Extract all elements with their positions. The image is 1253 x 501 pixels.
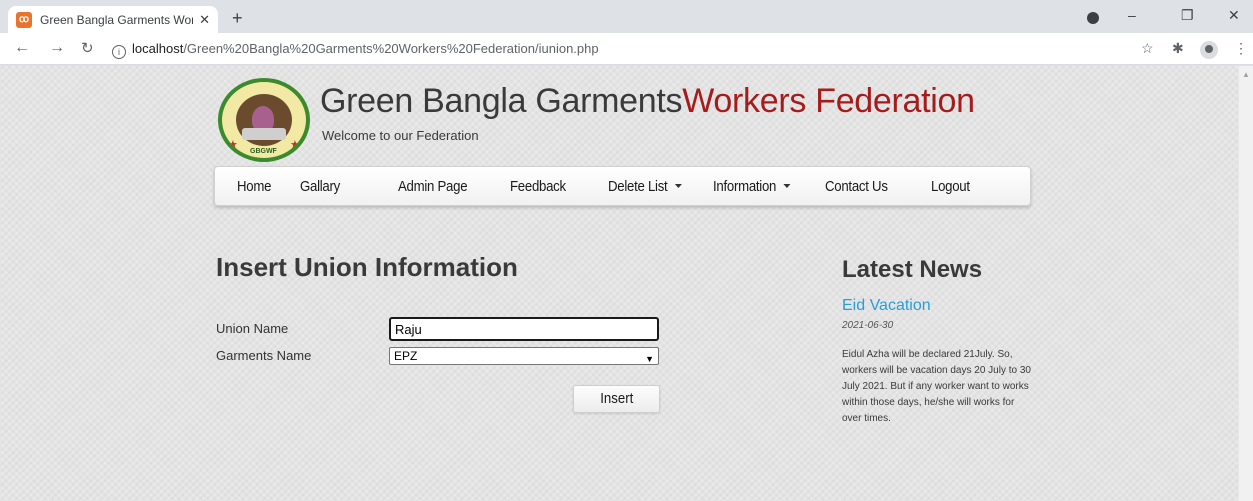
garments-name-label: Garments Name — [216, 348, 312, 363]
nav-home[interactable]: Home — [237, 178, 271, 195]
browser-tab[interactable]: ꝏ Green Bangla Garments Workers ✕ — [8, 6, 218, 33]
union-name-input[interactable] — [389, 317, 659, 341]
restore-button[interactable]: ❐ — [1181, 7, 1194, 24]
latest-news-heading: Latest News — [842, 256, 983, 283]
scroll-up-arrow-icon[interactable]: ▲ — [1242, 70, 1250, 79]
news-item-body: Eidul Azha will be declared 21July. So, … — [842, 349, 1031, 424]
nav-information[interactable]: Information — [713, 178, 791, 195]
nav-gallary[interactable]: Gallary — [300, 178, 340, 195]
browser-account-icon[interactable] — [1087, 12, 1099, 24]
nav-logout[interactable]: Logout — [931, 178, 970, 195]
logo-star-icon: ★ — [228, 139, 238, 151]
logo-text: GBGWF — [250, 148, 277, 155]
new-tab-button[interactable]: + — [232, 8, 243, 29]
tab-title: Green Bangla Garments Workers — [40, 12, 194, 27]
site-title-main: Green Bangla Garments — [320, 82, 683, 120]
nav-feedback[interactable]: Feedback — [510, 178, 566, 195]
news-item-title[interactable]: Eid Vacation — [842, 297, 931, 315]
reload-icon[interactable]: ↻ — [81, 39, 94, 57]
site-tagline: Welcome to our Federation — [322, 128, 479, 143]
dropdown-caret-icon — [674, 184, 682, 188]
garments-name-selected: EPZ — [394, 349, 418, 363]
close-window-button[interactable]: ✕ — [1228, 7, 1240, 24]
url-path: /Green%20Bangla%20Garments%20Workers%20F… — [183, 41, 599, 56]
back-icon[interactable]: ← — [14, 39, 30, 57]
scrollbar[interactable]: ▲ — [1238, 66, 1253, 501]
nav-information-label: Information — [713, 178, 777, 195]
star-icon[interactable]: ☆ — [1141, 40, 1154, 57]
profile-icon[interactable] — [1200, 41, 1218, 59]
menu-icon[interactable]: ⋮ — [1234, 40, 1248, 57]
union-name-label: Union Name — [216, 321, 289, 336]
news-item-date: 2021-06-30 — [842, 320, 894, 331]
minimize-button[interactable]: – — [1128, 7, 1136, 23]
page-viewport — [0, 66, 1253, 501]
nav-contact-us[interactable]: Contact Us — [825, 178, 888, 195]
forward-icon[interactable]: → — [49, 39, 65, 57]
url-field[interactable]: i localhost/Green%20Bangla%20Garments%20W… — [112, 41, 599, 59]
form-heading: Insert Union Information — [216, 252, 518, 282]
info-icon[interactable]: i — [112, 45, 126, 59]
nav-delete-list[interactable]: Delete List — [608, 178, 682, 195]
chevron-down-icon: ▼ — [645, 354, 654, 364]
site-title: Green Bangla GarmentsWorkers Federation — [320, 82, 975, 121]
tab-bar: ꝏ Green Bangla Garments Workers ✕ + – ❐ … — [0, 0, 1253, 33]
close-tab-icon[interactable]: ✕ — [199, 12, 210, 28]
main-nav: Home Gallary Admin Page Feedback Delete … — [214, 166, 1031, 206]
address-bar: ← → ↻ i localhost/Green%20Bangla%20Garmen… — [0, 33, 1253, 65]
garments-name-select[interactable]: EPZ ▼ — [389, 347, 659, 365]
federation-logo: ★ ★ GBGWF — [218, 78, 310, 162]
logo-star-icon: ★ — [290, 139, 300, 151]
site-title-accent: Workers Federation — [682, 82, 975, 120]
xampp-favicon-icon: ꝏ — [16, 11, 32, 28]
logo-worker-image — [236, 94, 292, 146]
insert-button-label: Insert — [599, 390, 633, 407]
dropdown-caret-icon — [783, 184, 791, 188]
nav-admin-page[interactable]: Admin Page — [398, 178, 468, 195]
insert-button[interactable]: Insert — [573, 385, 660, 413]
nav-delete-list-label: Delete List — [608, 178, 668, 195]
extensions-icon[interactable]: ✱ — [1172, 40, 1184, 57]
url-host: localhost — [132, 41, 184, 56]
